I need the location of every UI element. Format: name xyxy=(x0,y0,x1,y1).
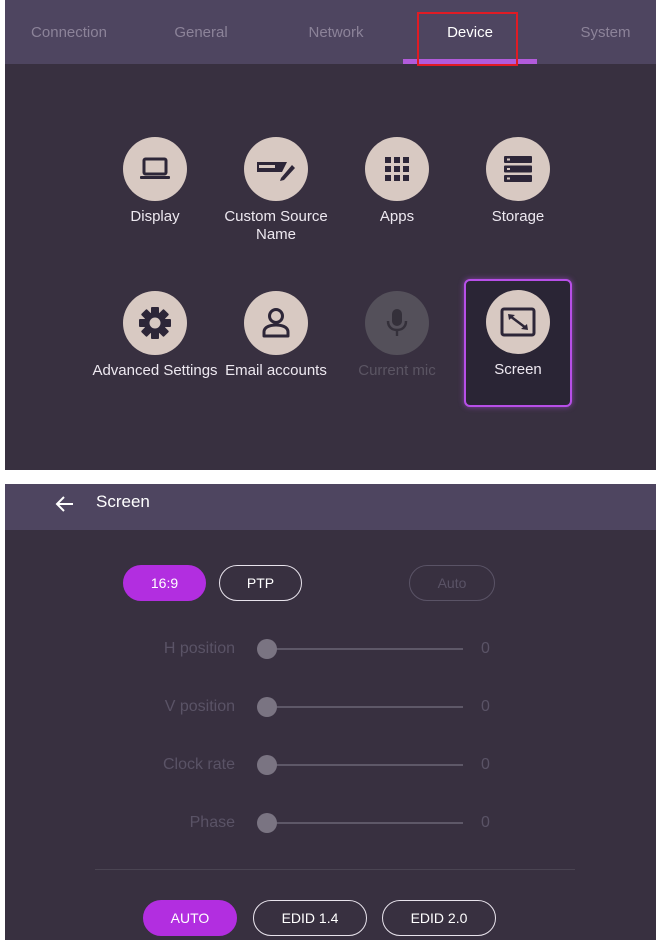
settings-tab-bar: Connection General Network Device System xyxy=(5,0,656,66)
tile-screen[interactable]: Screen xyxy=(464,279,572,407)
aspect-ptp-button[interactable]: PTP xyxy=(219,565,302,601)
storage-icon xyxy=(486,137,550,201)
phase-slider-track[interactable] xyxy=(267,822,463,824)
tile-label: Advanced Settings xyxy=(92,362,218,379)
clock-rate-slider-track[interactable] xyxy=(267,764,463,766)
tile-custom-source-name[interactable]: Custom Source Name xyxy=(222,126,330,254)
v-position-slider-track[interactable] xyxy=(267,706,463,708)
aspect-16-9-button[interactable]: 16:9 xyxy=(123,565,206,601)
user-icon xyxy=(244,291,308,355)
tile-display[interactable]: Display xyxy=(101,126,209,254)
h-position-slider-track[interactable] xyxy=(267,648,463,650)
tab-connection[interactable]: Connection xyxy=(5,0,133,64)
laptop-icon xyxy=(123,137,187,201)
tile-advanced-settings[interactable]: Advanced Settings xyxy=(92,280,218,408)
tile-current-mic: Current mic xyxy=(343,280,451,408)
tile-email-accounts[interactable]: Email accounts xyxy=(222,280,330,408)
edid-2-0-button[interactable]: EDID 2.0 xyxy=(382,900,496,936)
phase-value: 0 xyxy=(481,814,490,831)
tile-apps[interactable]: Apps xyxy=(343,126,451,254)
tile-label: Screen xyxy=(494,361,542,378)
divider xyxy=(95,869,575,870)
page-title: Screen xyxy=(96,492,150,511)
tile-label: Current mic xyxy=(358,362,436,379)
screen-header: Screen xyxy=(5,484,656,530)
tab-system[interactable]: System xyxy=(555,0,656,64)
tile-label: Storage xyxy=(491,208,545,225)
screen-settings-panel: Screen 16:9 PTP Auto H position 0 V posi… xyxy=(5,484,656,940)
phase-label: Phase xyxy=(189,814,235,831)
back-arrow-icon[interactable] xyxy=(53,492,77,516)
tile-label: Display xyxy=(130,208,180,225)
phase-slider-thumb[interactable] xyxy=(257,813,277,833)
auto-adjust-button: Auto xyxy=(409,565,495,601)
v-position-value: 0 xyxy=(481,698,490,715)
tile-storage[interactable]: Storage xyxy=(464,126,572,254)
screen-resize-icon xyxy=(486,290,550,354)
edid-auto-button[interactable]: AUTO xyxy=(143,900,237,936)
microphone-icon xyxy=(365,291,429,355)
tile-label: Apps xyxy=(379,208,415,225)
active-tab-underline xyxy=(403,59,537,64)
settings-device-panel: Connection General Network Device System… xyxy=(5,0,656,470)
clock-rate-label: Clock rate xyxy=(162,756,235,773)
v-position-slider-thumb[interactable] xyxy=(257,697,277,717)
tile-label: Email accounts xyxy=(225,362,327,379)
v-position-label: V position xyxy=(164,698,235,715)
tab-general[interactable]: General xyxy=(145,0,257,64)
h-position-slider-thumb[interactable] xyxy=(257,639,277,659)
tile-label: Custom Source Name xyxy=(224,208,328,243)
apps-grid-icon xyxy=(365,137,429,201)
clock-rate-slider-thumb[interactable] xyxy=(257,755,277,775)
h-position-label: H position xyxy=(163,640,235,657)
clock-rate-value: 0 xyxy=(481,756,490,773)
gear-icon xyxy=(123,291,187,355)
h-position-value: 0 xyxy=(481,640,490,657)
rename-icon xyxy=(244,137,308,201)
tab-device[interactable]: Device xyxy=(403,0,537,64)
edid-1-4-button[interactable]: EDID 1.4 xyxy=(253,900,367,936)
tab-network[interactable]: Network xyxy=(275,0,397,64)
